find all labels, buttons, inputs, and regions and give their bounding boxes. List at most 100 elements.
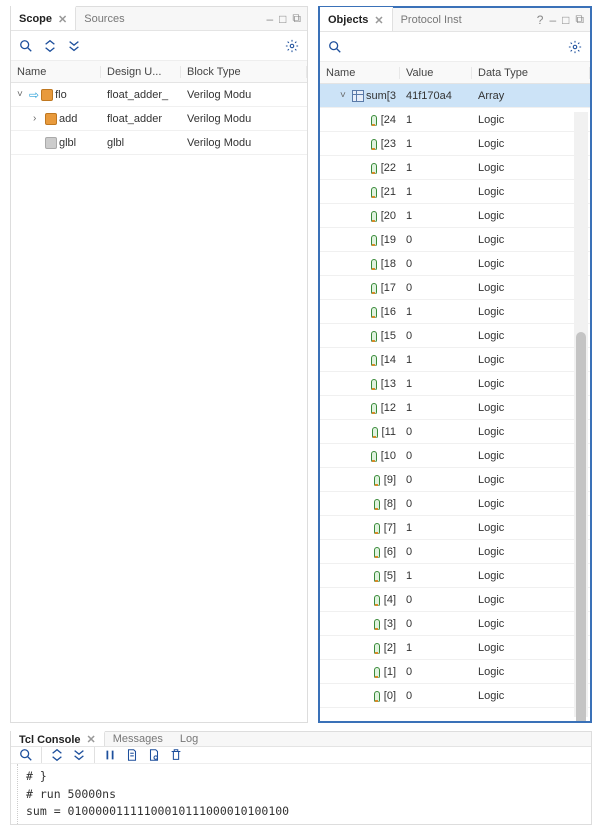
table-row[interactable]: [170Logic (320, 276, 590, 300)
minimize-icon[interactable]: – (266, 12, 273, 26)
page-gear-icon[interactable] (147, 748, 161, 762)
scrollbar-thumb[interactable] (576, 332, 586, 721)
table-row[interactable]: [3]0Logic (320, 612, 590, 636)
signal-icon (372, 498, 382, 510)
gear-icon[interactable] (568, 40, 582, 54)
expand-all-icon[interactable] (72, 748, 86, 762)
table-row[interactable]: [2]1Logic (320, 636, 590, 660)
column-block-type[interactable]: Block Type (181, 66, 307, 78)
help-icon[interactable]: ? (537, 13, 544, 27)
minimize-icon[interactable]: – (549, 13, 556, 27)
table-row[interactable]: [201Logic (320, 204, 590, 228)
close-icon[interactable]: ✕ (58, 13, 67, 26)
column-name[interactable]: Name (320, 67, 400, 79)
goto-icon[interactable]: ⇨ (29, 88, 39, 102)
popout-icon[interactable]: ⧉ (575, 12, 584, 27)
row-datatype: Logic (472, 306, 590, 318)
table-row[interactable]: [1]0Logic (320, 660, 590, 684)
row-name: [23 (381, 138, 396, 150)
close-icon[interactable]: ✕ (87, 733, 96, 746)
tab-scope[interactable]: Scope ✕ (11, 6, 76, 30)
row-name: [15 (381, 330, 396, 342)
trash-icon[interactable] (169, 748, 183, 762)
table-row[interactable]: [8]0Logic (320, 492, 590, 516)
chevron-down-icon[interactable]: ˅ (340, 90, 350, 101)
table-row[interactable]: ˅⇨ flofloat_adder_Verilog Modu (11, 83, 307, 107)
row-value: 1 (400, 210, 472, 222)
signal-icon (372, 570, 382, 582)
table-row[interactable]: [131Logic (320, 372, 590, 396)
console-output[interactable]: # } # run 50000ns sum = 0100000111110001… (17, 764, 591, 824)
scope-toolbar (11, 31, 307, 61)
row-name: glbl (59, 137, 76, 149)
maximize-icon[interactable]: □ (562, 13, 569, 27)
column-value[interactable]: Value (400, 67, 472, 79)
tab-log[interactable]: Log (172, 732, 207, 746)
objects-toolbar (320, 32, 590, 62)
row-block-type: Verilog Modu (181, 137, 307, 149)
table-row[interactable]: [211Logic (320, 180, 590, 204)
tab-sources[interactable]: Sources (76, 7, 133, 30)
collapse-all-icon[interactable] (43, 39, 57, 53)
maximize-icon[interactable]: □ (279, 12, 286, 26)
table-row[interactable]: [231Logic (320, 132, 590, 156)
tab-messages[interactable]: Messages (105, 732, 172, 746)
chevron-right-icon[interactable]: › (33, 113, 43, 124)
signal-icon (372, 642, 382, 654)
column-name[interactable]: Name (11, 66, 101, 78)
row-value: 41f170a4 (400, 90, 472, 102)
scope-panel: Scope ✕ Sources – □ ⧉ (10, 6, 308, 723)
table-row[interactable]: › addfloat_adderVerilog Modu (11, 107, 307, 131)
search-icon[interactable] (328, 40, 342, 54)
table-row[interactable]: [4]0Logic (320, 588, 590, 612)
tab-label: Protocol Inst (401, 14, 462, 26)
signal-icon (369, 162, 379, 174)
signal-icon (370, 426, 380, 438)
expand-all-icon[interactable] (67, 39, 81, 53)
row-name: [0] (384, 690, 396, 702)
popout-icon[interactable]: ⧉ (292, 11, 301, 26)
row-datatype: Logic (472, 210, 590, 222)
table-row[interactable]: [221Logic (320, 156, 590, 180)
table-row[interactable]: [7]1Logic (320, 516, 590, 540)
signal-icon (369, 450, 379, 462)
table-row[interactable]: [121Logic (320, 396, 590, 420)
row-name: [24 (381, 114, 396, 126)
tab-label: Tcl Console (19, 734, 81, 746)
table-row[interactable]: [150Logic (320, 324, 590, 348)
tab-protocol[interactable]: Protocol Inst (393, 8, 471, 31)
table-row[interactable]: [241Logic (320, 108, 590, 132)
table-row[interactable]: [0]0Logic (320, 684, 590, 708)
search-icon[interactable] (19, 39, 33, 53)
table-row[interactable]: [190Logic (320, 228, 590, 252)
row-name: [6] (384, 546, 396, 558)
close-icon[interactable]: ✕ (374, 14, 383, 27)
table-row[interactable]: [5]1Logic (320, 564, 590, 588)
page-icon[interactable] (125, 748, 139, 762)
scrollbar[interactable] (574, 112, 588, 717)
gear-icon[interactable] (285, 39, 299, 53)
collapse-all-icon[interactable] (50, 748, 64, 762)
row-datatype: Array (472, 90, 590, 102)
table-row[interactable]: [9]0Logic (320, 468, 590, 492)
table-row[interactable]: ˅ sum[341f170a4Array (320, 84, 590, 108)
tab-objects[interactable]: Objects ✕ (320, 7, 393, 31)
tab-tcl-console[interactable]: Tcl Console ✕ (11, 731, 105, 746)
table-row[interactable]: [161Logic (320, 300, 590, 324)
table-row[interactable]: [6]0Logic (320, 540, 590, 564)
signal-icon (369, 306, 379, 318)
chevron-down-icon[interactable]: ˅ (17, 89, 27, 100)
row-value: 0 (400, 426, 472, 438)
row-value: 1 (400, 402, 472, 414)
table-row[interactable]: [100Logic (320, 444, 590, 468)
column-design-unit[interactable]: Design U... (101, 66, 181, 78)
row-datatype: Logic (472, 258, 590, 270)
row-datatype: Logic (472, 498, 590, 510)
table-row[interactable]: [141Logic (320, 348, 590, 372)
column-data-type[interactable]: Data Type (472, 67, 590, 79)
table-row[interactable]: [110Logic (320, 420, 590, 444)
pause-icon[interactable] (103, 748, 117, 762)
table-row[interactable]: glblglblVerilog Modu (11, 131, 307, 155)
table-row[interactable]: [180Logic (320, 252, 590, 276)
search-icon[interactable] (19, 748, 33, 762)
